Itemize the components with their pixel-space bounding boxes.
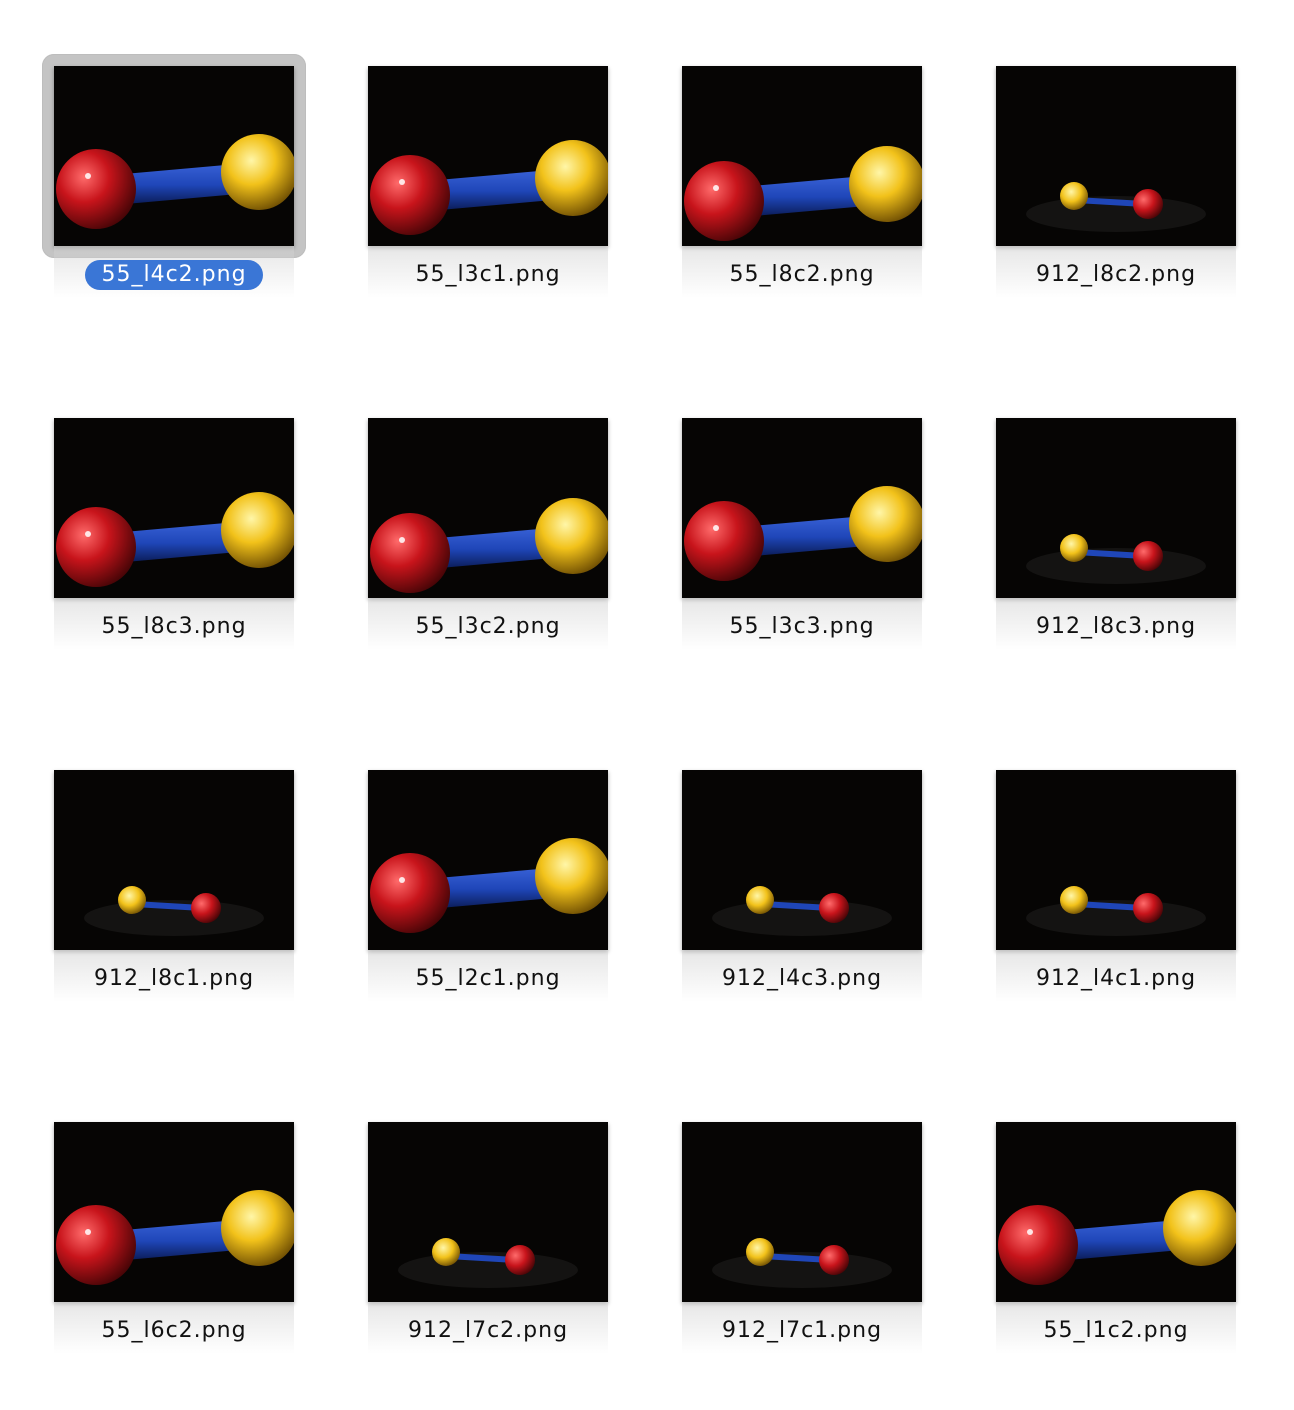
molecule-model-image [996, 770, 1236, 950]
file-name-label[interactable]: 912_l8c1.png [54, 964, 294, 994]
molecule-model-image [682, 770, 922, 950]
molecule-model-image [54, 1122, 294, 1302]
image-thumbnail[interactable] [682, 418, 922, 598]
file-name-label[interactable]: 55_l4c2.png [54, 260, 294, 290]
file-name-label[interactable]: 912_l7c2.png [368, 1316, 608, 1346]
file-name-text: 912_l8c3.png [1035, 614, 1197, 639]
file-name-text: 912_l4c1.png [1035, 966, 1197, 991]
file-icon[interactable]: 55_l3c3.png [682, 418, 942, 668]
file-name-text: 55_l8c2.png [729, 262, 875, 287]
molecule-model-image [682, 66, 922, 246]
image-thumbnail[interactable] [368, 66, 608, 246]
file-name-label[interactable]: 55_l2c1.png [368, 964, 608, 994]
file-name-text: 55_l1c2.png [1043, 1318, 1189, 1343]
file-name-label[interactable]: 912_l8c2.png [996, 260, 1236, 290]
image-thumbnail[interactable] [54, 1122, 294, 1302]
file-icon[interactable]: 912_l4c1.png [996, 770, 1256, 1020]
file-name-label[interactable]: 912_l7c1.png [682, 1316, 922, 1346]
file-name-text: 912_l8c2.png [1035, 262, 1197, 287]
file-icon[interactable]: 912_l8c2.png [996, 66, 1256, 316]
file-icon[interactable]: 55_l4c2.png [42, 54, 314, 316]
file-name-text: 55_l6c2.png [101, 1318, 247, 1343]
file-icon[interactable]: 55_l8c2.png [682, 66, 942, 316]
file-name-label[interactable]: 912_l4c1.png [996, 964, 1236, 994]
file-name-label[interactable]: 55_l3c2.png [368, 612, 608, 642]
file-icon-grid: 55_l4c2.png 55_l3c1.png 55_l8c2.png 912_… [0, 0, 1294, 1410]
image-thumbnail[interactable] [682, 1122, 922, 1302]
file-name-label[interactable]: 55_l6c2.png [54, 1316, 294, 1346]
image-thumbnail[interactable] [682, 770, 922, 950]
file-name-text: 55_l3c1.png [415, 262, 561, 287]
molecule-model-image [996, 1122, 1236, 1302]
file-icon[interactable]: 55_l3c2.png [368, 418, 628, 668]
file-name-label[interactable]: 912_l8c3.png [996, 612, 1236, 642]
file-name-label[interactable]: 55_l3c3.png [682, 612, 922, 642]
molecule-model-image [368, 418, 608, 598]
image-thumbnail[interactable] [996, 770, 1236, 950]
image-thumbnail[interactable] [682, 66, 922, 246]
image-thumbnail[interactable] [368, 1122, 608, 1302]
file-icon[interactable]: 912_l7c2.png [368, 1122, 628, 1372]
file-icon[interactable]: 912_l8c1.png [54, 770, 314, 1020]
molecule-model-image [368, 66, 608, 246]
image-thumbnail[interactable] [996, 1122, 1236, 1302]
file-name-text: 912_l7c1.png [721, 1318, 883, 1343]
file-icon[interactable]: 55_l2c1.png [368, 770, 628, 1020]
file-name-label[interactable]: 55_l3c1.png [368, 260, 608, 290]
file-icon[interactable]: 55_l3c1.png [368, 66, 628, 316]
file-name-label[interactable]: 55_l1c2.png [996, 1316, 1236, 1346]
file-name-label[interactable]: 912_l4c3.png [682, 964, 922, 994]
file-icon[interactable]: 55_l6c2.png [54, 1122, 314, 1372]
molecule-model-image [368, 770, 608, 950]
molecule-model-image [368, 1122, 608, 1302]
file-icon[interactable]: 912_l7c1.png [682, 1122, 942, 1372]
image-thumbnail[interactable] [996, 418, 1236, 598]
file-name-text: 55_l3c3.png [729, 614, 875, 639]
file-name-text: 912_l8c1.png [93, 966, 255, 991]
molecule-model-image [682, 1122, 922, 1302]
molecule-model-image [996, 418, 1236, 598]
file-icon[interactable]: 912_l4c3.png [682, 770, 942, 1020]
file-name-text: 55_l8c3.png [101, 614, 247, 639]
image-thumbnail[interactable] [54, 770, 294, 950]
image-thumbnail[interactable] [996, 66, 1236, 246]
molecule-model-image [996, 66, 1236, 246]
file-name-text: 55_l2c1.png [415, 966, 561, 991]
molecule-model-image [54, 66, 294, 246]
file-name-text: 912_l7c2.png [407, 1318, 569, 1343]
molecule-model-image [54, 418, 294, 598]
file-icon[interactable]: 55_l8c3.png [54, 418, 314, 668]
image-thumbnail[interactable] [368, 770, 608, 950]
molecule-model-image [682, 418, 922, 598]
file-icon[interactable]: 55_l1c2.png [996, 1122, 1256, 1372]
file-name-label[interactable]: 55_l8c3.png [54, 612, 294, 642]
file-name-text: 55_l4c2.png [85, 260, 263, 290]
file-name-text: 912_l4c3.png [721, 966, 883, 991]
file-name-label[interactable]: 55_l8c2.png [682, 260, 922, 290]
image-thumbnail[interactable] [54, 66, 294, 246]
file-icon[interactable]: 912_l8c3.png [996, 418, 1256, 668]
image-thumbnail[interactable] [368, 418, 608, 598]
molecule-model-image [54, 770, 294, 950]
image-thumbnail[interactable] [54, 418, 294, 598]
file-name-text: 55_l3c2.png [415, 614, 561, 639]
